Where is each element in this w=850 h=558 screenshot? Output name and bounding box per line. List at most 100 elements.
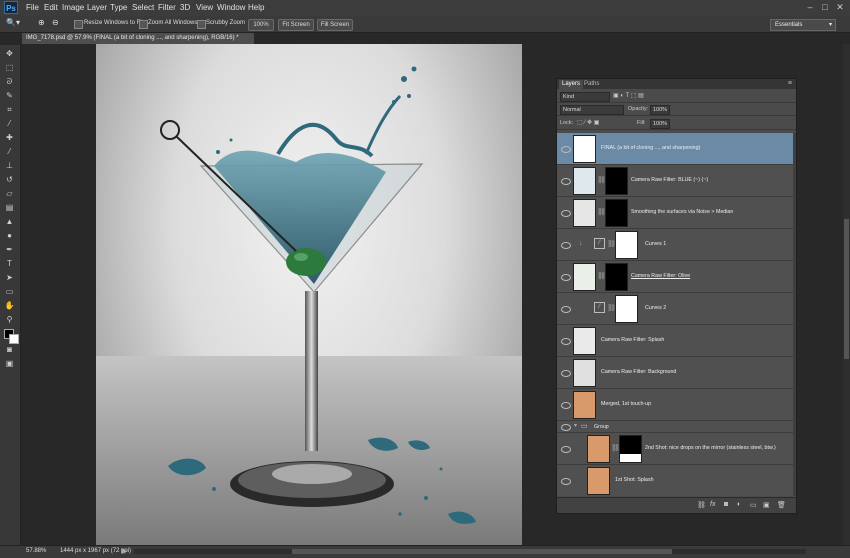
marquee-tool-icon[interactable]: ⬚ [4, 63, 15, 73]
layer-row-camera-raw-background[interactable]: Camera Raw Filter: Background [557, 357, 793, 389]
history-brush-tool-icon[interactable]: ↺ [4, 175, 15, 185]
zoom-tool-icon[interactable]: 🔍▾ [6, 18, 20, 27]
panel-menu-icon[interactable]: ≡ [788, 80, 792, 87]
group-expand-icon[interactable]: ▾ [574, 422, 577, 429]
dodge-tool-icon[interactable]: ● [4, 231, 15, 241]
shape-tool-icon[interactable]: ▭ [4, 287, 15, 297]
opacity-input[interactable]: 100% [650, 105, 670, 115]
layer-row-1st-shot[interactable]: 1st Shot: Splash [557, 465, 793, 496]
trash-icon[interactable]: 🗑 [777, 501, 786, 509]
menu-3d[interactable]: 3D [180, 3, 190, 12]
resize-windows-checkbox[interactable] [74, 20, 83, 29]
menu-edit[interactable]: Edit [44, 3, 58, 12]
new-group-icon[interactable]: ▭ [750, 501, 757, 509]
layer-row-smoothing[interactable]: ⛓ Smoothing the surfaces via Noise > Med… [557, 197, 793, 229]
type-tool-icon[interactable]: T [4, 259, 15, 269]
maximize-icon[interactable]: □ [818, 2, 832, 13]
healing-tool-icon[interactable]: ✚ [4, 133, 15, 143]
blend-mode-select[interactable]: Normal [560, 105, 624, 115]
layer-row-camera-raw-splash[interactable]: Camera Raw Filter: Splash [557, 325, 793, 357]
scrubby-zoom-label: Scrubby Zoom [206, 20, 246, 26]
eyedropper-tool-icon[interactable]: ⁄ [4, 119, 15, 129]
stamp-tool-icon[interactable]: ⊥ [4, 161, 15, 171]
hundred-percent-button[interactable]: 100% [248, 19, 274, 31]
layer-style-icon[interactable]: fx [710, 501, 715, 508]
visibility-eye-icon[interactable] [561, 178, 571, 185]
layer-row-camera-raw-olive[interactable]: ⛓ Camera Raw Filter: Olive [557, 261, 793, 293]
tab-paths[interactable]: Paths [581, 80, 602, 89]
zoom-in-icon[interactable]: ⊕ [38, 18, 45, 27]
menu-layer[interactable]: Layer [87, 3, 107, 12]
eraser-tool-icon[interactable]: ▱ [4, 189, 15, 199]
scrubby-zoom-checkbox[interactable] [197, 20, 206, 29]
zoom-out-icon[interactable]: ⊖ [52, 18, 59, 27]
visibility-eye-icon[interactable] [561, 210, 571, 217]
layer-row-curves-1[interactable]: ↓ ⁄ ⛓ Curves 1 [557, 229, 793, 261]
brush-tool-icon[interactable]: ⁄ [4, 147, 15, 157]
zoom-level[interactable]: 57.88% [26, 548, 46, 554]
minimize-icon[interactable]: – [803, 2, 817, 13]
menu-file[interactable]: File [26, 3, 39, 12]
fit-screen-button[interactable]: Fit Screen [278, 19, 314, 31]
horizontal-scrollbar-thumb[interactable] [292, 549, 672, 554]
vertical-scrollbar[interactable] [843, 44, 850, 545]
workspace-select[interactable]: Essentials ▾ [770, 19, 836, 31]
fill-screen-button[interactable]: Fill Screen [317, 19, 353, 31]
quick-select-tool-icon[interactable]: ✎ [4, 91, 15, 101]
layer-row-curves-2[interactable]: ⁄ ⛓ Curves 2 [557, 293, 793, 325]
visibility-eye-icon[interactable] [561, 338, 571, 345]
add-mask-icon[interactable]: ◙ [724, 501, 728, 508]
layer-row-2nd-shot[interactable]: ⛓ 2nd Shot: nice drops on the mirror (st… [557, 433, 793, 465]
gradient-tool-icon[interactable]: ▤ [4, 203, 15, 213]
lasso-tool-icon[interactable]: ᘐ [4, 77, 15, 87]
menu-view[interactable]: View [196, 3, 213, 12]
link-layers-icon[interactable]: ⛓ [697, 501, 706, 509]
visibility-eye-icon[interactable] [561, 446, 571, 453]
new-layer-icon[interactable]: ▣ [763, 501, 770, 509]
close-icon[interactable]: ✕ [833, 2, 847, 13]
document-canvas[interactable] [96, 44, 522, 545]
layer-list-scrollbar[interactable] [793, 133, 796, 496]
fill-label: Fill: [637, 120, 646, 126]
screen-mode-icon[interactable]: ▣ [4, 359, 15, 369]
adjustment-layer-icon[interactable]: ◐ [737, 501, 741, 508]
layer-row-final[interactable]: FINAL (a bit of cloning ..., and sharpen… [557, 133, 793, 165]
zoom-tool-icon[interactable]: ⚲ [4, 315, 15, 325]
document-tab[interactable]: IMG_7178.psd @ 57.9% (FINAL (a bit of cl… [22, 33, 254, 44]
visibility-eye-icon[interactable] [561, 274, 571, 281]
scrollbar-thumb[interactable] [844, 219, 849, 359]
menu-select[interactable]: Select [132, 3, 154, 12]
crop-tool-icon[interactable]: ⌗ [4, 105, 15, 115]
menu-window[interactable]: Window [217, 3, 245, 12]
zoom-all-checkbox[interactable] [139, 20, 148, 29]
visibility-eye-icon[interactable] [561, 478, 571, 485]
pen-tool-icon[interactable]: ✒ [4, 245, 15, 255]
workspace-label: Essentials [775, 22, 803, 28]
curves-adjustment-icon: ⁄ [594, 238, 605, 249]
visibility-eye-icon[interactable] [561, 146, 571, 153]
layer-row-group[interactable]: ▾ ▭ Group [557, 421, 793, 433]
menu-filter[interactable]: Filter [158, 3, 176, 12]
background-color-swatch[interactable] [9, 334, 19, 344]
visibility-eye-icon[interactable] [561, 306, 571, 313]
visibility-eye-icon[interactable] [561, 242, 571, 249]
fill-input[interactable]: 100% [650, 119, 670, 129]
status-arrow-icon[interactable]: ▶ [122, 547, 127, 555]
layer-row-merged[interactable]: Merged, 1st touch-up [557, 389, 793, 421]
visibility-eye-icon[interactable] [561, 370, 571, 377]
visibility-eye-icon[interactable] [561, 424, 571, 431]
layer-row-camera-raw-blue[interactable]: ⛓ Camera Raw Filter: BLUE (~) (~) [557, 165, 793, 197]
filter-kind-select[interactable]: Kind [560, 92, 610, 102]
hand-tool-icon[interactable]: ✋ [4, 301, 15, 311]
lock-icons[interactable]: ⬚ ⁄ ✥ ▣ [577, 119, 599, 126]
tab-layers[interactable]: Layers [559, 80, 584, 89]
move-tool-icon[interactable]: ✥ [4, 49, 15, 59]
path-select-tool-icon[interactable]: ➤ [4, 273, 15, 283]
menu-help[interactable]: Help [248, 3, 264, 12]
blur-tool-icon[interactable]: ▲ [4, 217, 15, 227]
filter-icons[interactable]: ▣ ◐ T ⬚ ▤ [613, 92, 644, 99]
visibility-eye-icon[interactable] [561, 402, 571, 409]
quick-mask-icon[interactable]: ◙ [4, 345, 15, 355]
menu-type[interactable]: Type [110, 3, 127, 12]
menu-image[interactable]: Image [62, 3, 84, 12]
